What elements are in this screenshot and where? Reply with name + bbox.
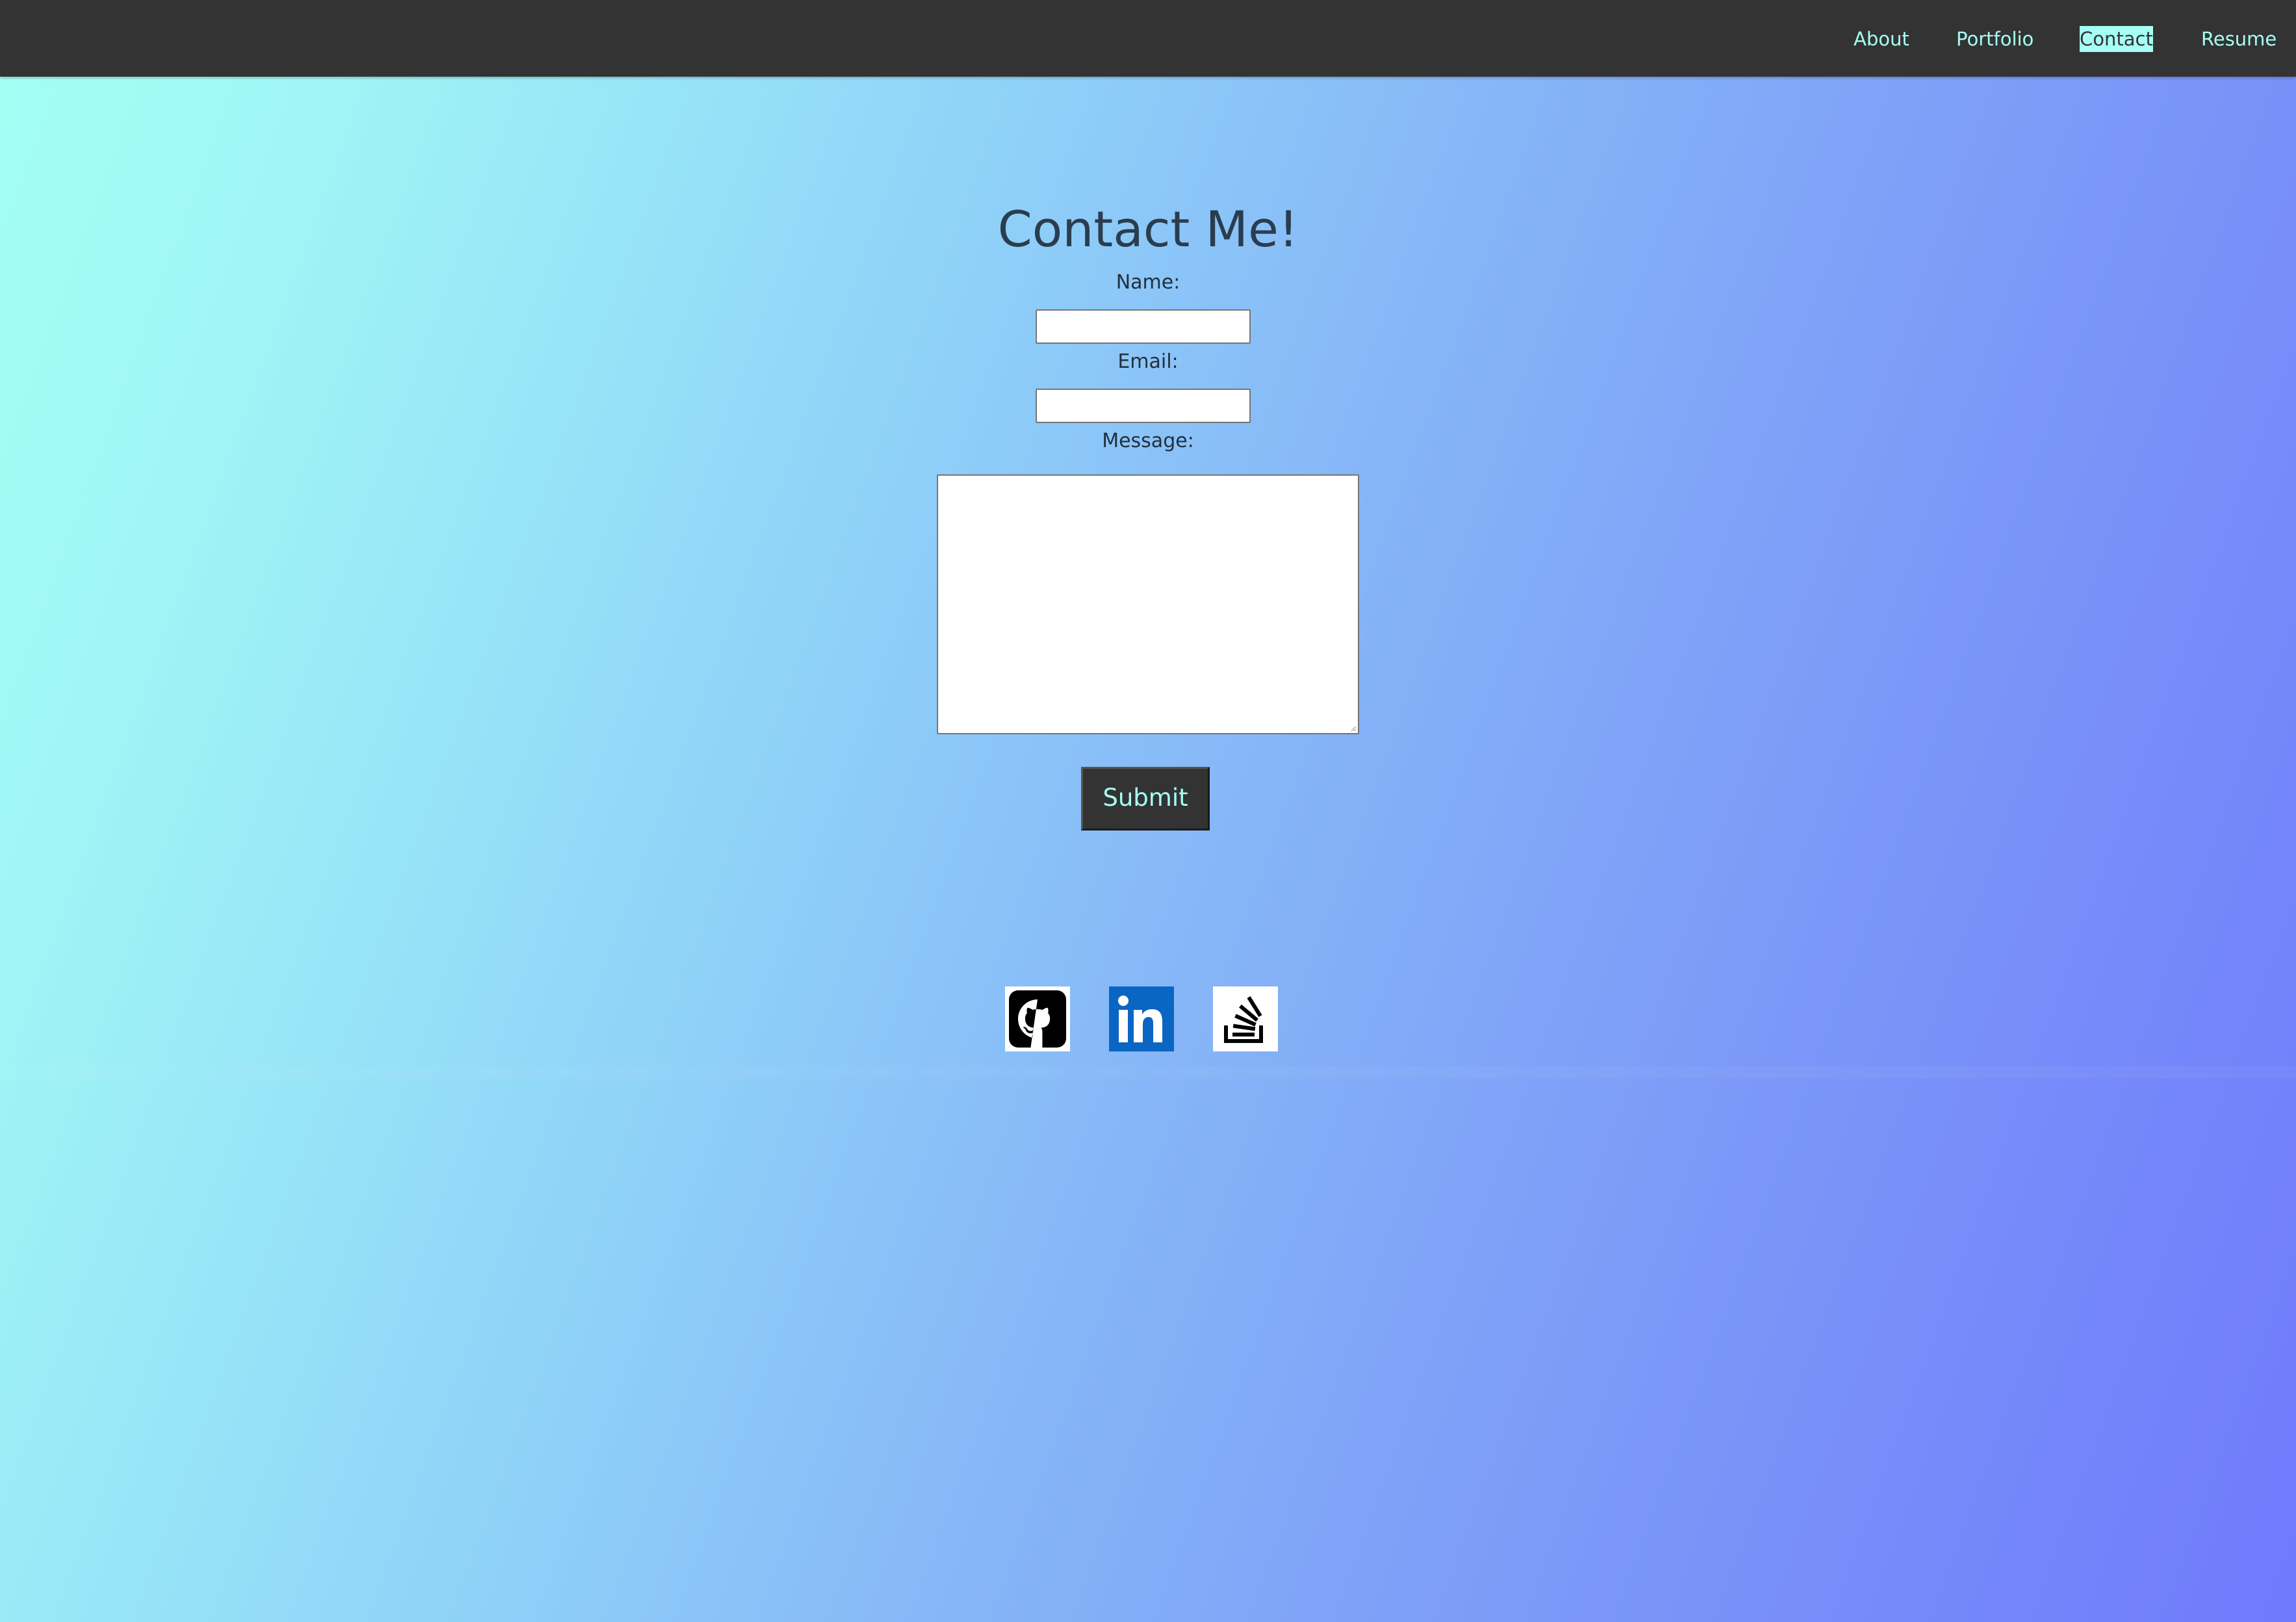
nav-link-about[interactable]: About xyxy=(1854,26,1909,52)
github-link[interactable] xyxy=(1005,986,1070,1051)
stackoverflow-link[interactable] xyxy=(1213,986,1278,1051)
page-title: Contact Me! xyxy=(997,200,1299,258)
nav-link-resume[interactable]: Resume xyxy=(2201,26,2277,52)
message-label: Message: xyxy=(1102,430,1194,452)
github-icon xyxy=(1009,990,1066,1048)
stackoverflow-icon xyxy=(1224,996,1263,1043)
linkedin-link[interactable] xyxy=(1109,986,1174,1051)
navbar: About Portfolio Contact Resume xyxy=(0,0,2296,77)
name-input[interactable] xyxy=(1036,309,1251,344)
name-label: Name: xyxy=(1116,271,1180,294)
email-label: Email: xyxy=(1117,350,1179,373)
submit-button[interactable]: Submit xyxy=(1081,767,1210,830)
email-input[interactable] xyxy=(1036,389,1251,423)
nav-link-portfolio[interactable]: Portfolio xyxy=(1956,26,2034,52)
resize-grip-icon[interactable] xyxy=(1350,725,1357,732)
footer-divider xyxy=(0,1066,2296,1079)
nav-link-contact[interactable]: Contact xyxy=(2080,26,2153,52)
message-textarea[interactable] xyxy=(937,474,1359,734)
linkedin-icon xyxy=(1109,986,1174,1051)
